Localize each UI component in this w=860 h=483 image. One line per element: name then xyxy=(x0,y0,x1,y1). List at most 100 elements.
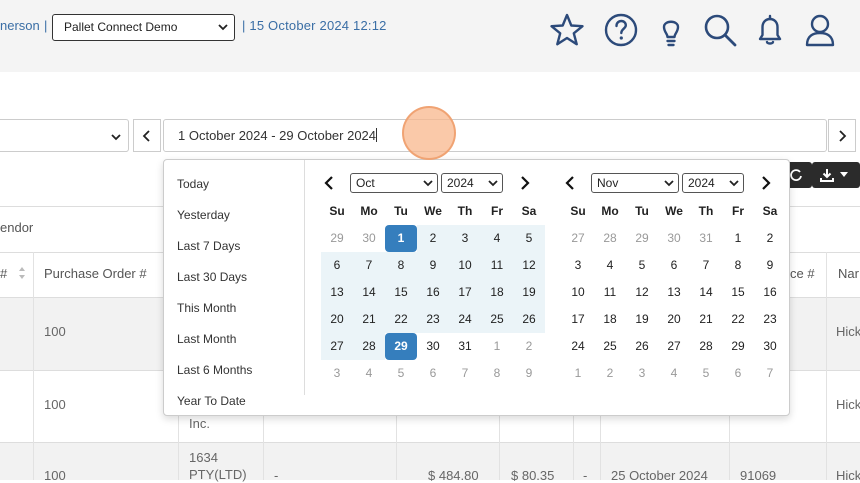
preset-range-item[interactable]: Year To Date xyxy=(177,394,246,408)
sort-icon[interactable] xyxy=(18,266,26,280)
calendar-day[interactable]: 29 xyxy=(722,333,754,360)
calendar-day[interactable]: 3 xyxy=(626,360,658,387)
calendar-day[interactable]: 31 xyxy=(690,225,722,252)
star-icon[interactable] xyxy=(547,10,587,50)
calendar-day[interactable]: 7 xyxy=(754,360,786,387)
search-icon[interactable] xyxy=(700,10,740,50)
calendar-day[interactable]: 17 xyxy=(449,279,481,306)
help-icon[interactable] xyxy=(601,10,641,50)
preset-range-item[interactable]: Last 30 Days xyxy=(177,270,247,284)
calendar-day[interactable]: 13 xyxy=(321,279,353,306)
calendar-day[interactable]: 30 xyxy=(417,333,449,360)
calendar-day[interactable]: 14 xyxy=(690,279,722,306)
calendar-day[interactable]: 1 xyxy=(481,333,513,360)
preset-range-item[interactable]: Last 7 Days xyxy=(177,239,240,253)
calendar-day[interactable]: 25 xyxy=(481,306,513,333)
calendar-day[interactable]: 2 xyxy=(513,333,545,360)
calendar-day[interactable]: 27 xyxy=(321,333,353,360)
column-header-name[interactable]: Nar xyxy=(838,266,859,281)
calendar-day[interactable]: 30 xyxy=(658,225,690,252)
calendar-day[interactable]: 4 xyxy=(353,360,385,387)
calendar-day[interactable]: 8 xyxy=(722,252,754,279)
calendar-day[interactable]: 3 xyxy=(321,360,353,387)
calendar-day[interactable]: 19 xyxy=(513,279,545,306)
calendar-day[interactable]: 18 xyxy=(481,279,513,306)
calendar-day[interactable]: 5 xyxy=(513,225,545,252)
calendar-day[interactable]: 29 xyxy=(321,225,353,252)
month-select-right[interactable]: Nov xyxy=(591,173,679,193)
calendar-day-selected[interactable]: 1 xyxy=(385,225,417,252)
calendar-day[interactable]: 16 xyxy=(417,279,449,306)
calendar-day[interactable]: 26 xyxy=(513,306,545,333)
next-month-icon[interactable] xyxy=(758,175,774,191)
calendar-day[interactable]: 31 xyxy=(449,333,481,360)
calendar-day[interactable]: 28 xyxy=(353,333,385,360)
download-button[interactable] xyxy=(812,162,860,188)
calendar-day[interactable]: 9 xyxy=(754,252,786,279)
calendar-day[interactable]: 6 xyxy=(417,360,449,387)
preset-range-item[interactable]: Last Month xyxy=(177,332,236,346)
calendar-day[interactable]: 6 xyxy=(321,252,353,279)
calendar-day[interactable]: 2 xyxy=(417,225,449,252)
calendar-day[interactable]: 18 xyxy=(594,306,626,333)
column-header-number[interactable]: # xyxy=(0,266,7,281)
calendar-day-selected[interactable]: 29 xyxy=(385,333,417,360)
calendar-day[interactable]: 22 xyxy=(722,306,754,333)
calendar-day[interactable]: 1 xyxy=(722,225,754,252)
calendar-day[interactable]: 27 xyxy=(562,225,594,252)
calendar-day[interactable]: 21 xyxy=(353,306,385,333)
calendar-day[interactable]: 5 xyxy=(690,360,722,387)
calendar-day[interactable]: 22 xyxy=(385,306,417,333)
user-icon[interactable] xyxy=(800,10,840,50)
month-select-left[interactable]: Oct xyxy=(350,173,438,193)
previous-month-icon[interactable] xyxy=(321,175,337,191)
calendar-day[interactable]: 9 xyxy=(417,252,449,279)
calendar-day[interactable]: 20 xyxy=(658,306,690,333)
calendar-day[interactable]: 23 xyxy=(754,306,786,333)
calendar-day[interactable]: 11 xyxy=(594,279,626,306)
preset-range-item[interactable]: Yesterday xyxy=(177,208,230,222)
calendar-day[interactable]: 14 xyxy=(353,279,385,306)
calendar-day[interactable]: 15 xyxy=(722,279,754,306)
calendar-day[interactable]: 21 xyxy=(690,306,722,333)
calendar-day[interactable]: 27 xyxy=(658,333,690,360)
calendar-day[interactable]: 23 xyxy=(417,306,449,333)
preset-range-item[interactable]: Today xyxy=(177,177,209,191)
calendar-day[interactable]: 8 xyxy=(385,252,417,279)
date-range-input[interactable]: 1 October 2024 - 29 October 2024 xyxy=(163,119,827,152)
calendar-day[interactable]: 11 xyxy=(481,252,513,279)
calendar-day[interactable]: 12 xyxy=(513,252,545,279)
calendar-day[interactable]: 6 xyxy=(722,360,754,387)
calendar-day[interactable]: 3 xyxy=(562,252,594,279)
user-name[interactable]: nerson xyxy=(0,18,40,33)
next-range-button[interactable] xyxy=(828,119,856,152)
calendar-day[interactable]: 25 xyxy=(594,333,626,360)
calendar-day[interactable]: 1 xyxy=(562,360,594,387)
column-header-purchase-order[interactable]: Purchase Order # xyxy=(44,266,147,281)
calendar-day[interactable]: 30 xyxy=(754,333,786,360)
calendar-day[interactable]: 16 xyxy=(754,279,786,306)
company-select[interactable]: Pallet Connect Demo xyxy=(52,14,235,41)
calendar-day[interactable]: 10 xyxy=(449,252,481,279)
calendar-day[interactable]: 7 xyxy=(353,252,385,279)
calendar-day[interactable]: 15 xyxy=(385,279,417,306)
calendar-day[interactable]: 24 xyxy=(449,306,481,333)
calendar-day[interactable]: 7 xyxy=(449,360,481,387)
calendar-day[interactable]: 5 xyxy=(626,252,658,279)
calendar-day[interactable]: 9 xyxy=(513,360,545,387)
calendar-day[interactable]: 13 xyxy=(658,279,690,306)
previous-range-button[interactable] xyxy=(133,119,161,152)
calendar-day[interactable]: 6 xyxy=(658,252,690,279)
lightbulb-icon[interactable] xyxy=(651,10,691,50)
calendar-day[interactable]: 7 xyxy=(690,252,722,279)
calendar-day[interactable]: 10 xyxy=(562,279,594,306)
preset-range-item[interactable]: This Month xyxy=(177,301,236,315)
preset-range-item[interactable]: Last 6 Months xyxy=(177,363,252,377)
vendor-select[interactable] xyxy=(0,119,129,152)
calendar-day[interactable]: 4 xyxy=(481,225,513,252)
calendar-day[interactable]: 5 xyxy=(385,360,417,387)
calendar-day[interactable]: 4 xyxy=(658,360,690,387)
calendar-day[interactable]: 2 xyxy=(754,225,786,252)
calendar-day[interactable]: 29 xyxy=(626,225,658,252)
calendar-day[interactable]: 17 xyxy=(562,306,594,333)
